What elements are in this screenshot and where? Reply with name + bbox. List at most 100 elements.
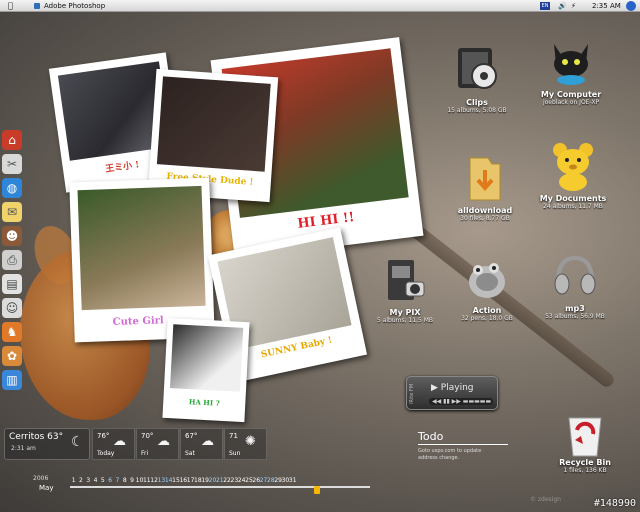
icon-label: My PIX <box>389 308 421 317</box>
calendar-day[interactable]: 19 <box>201 477 209 484</box>
calendar-day[interactable]: 11 <box>143 477 151 484</box>
image-id-watermark: #148990 <box>593 498 636 509</box>
headphones-icon <box>548 248 602 302</box>
desktop-icon-recycle-bin[interactable]: Recycle Bin 1 files, 136 KB <box>540 410 630 474</box>
documents-icon[interactable]: ▤ <box>2 274 22 294</box>
icon-sublabel: 32 pens, 18.0 GB <box>461 315 513 322</box>
printer-icon[interactable]: ⎙ <box>2 250 22 270</box>
system-tray-icons[interactable]: 🔊 ⚡ <box>558 0 577 12</box>
music-player-widget[interactable]: iRite FM ▶ Playing ◀◀ ▮▮ ▶▶ ▬▬▬▬▬ <box>406 376 498 410</box>
calendar-day[interactable]: 22 <box>223 477 231 484</box>
character-icon[interactable]: ☻ <box>2 226 22 246</box>
partly-cloudy-icon: ☁ <box>201 434 214 449</box>
calendar-day[interactable]: 5 <box>99 477 106 484</box>
calendar-day[interactable]: 7 <box>114 477 121 484</box>
calendar-day[interactable]: 8 <box>121 477 128 484</box>
icon-sublabel: 53 albums, 56.9 MB <box>545 313 605 320</box>
photo-image <box>170 324 244 392</box>
icon-sublabel: 30 files, 8.77 GB <box>460 215 510 222</box>
equalizer-icon[interactable]: ▥ <box>2 370 22 390</box>
menu-bar:  Adobe Photoshop EN 🔊 ⚡ 2:35 AM <box>0 0 640 12</box>
icon-sublabel: 5 albums, 11.5 MB <box>376 317 434 324</box>
calendar-day[interactable]: 24 <box>238 477 246 484</box>
fox-icon[interactable]: ♞ <box>2 322 22 342</box>
calendar-day[interactable]: 10 <box>136 477 144 484</box>
icon-label: Action <box>472 306 502 315</box>
calendar-day[interactable]: 18 <box>194 477 202 484</box>
globe-icon[interactable]: ◍ <box>2 178 22 198</box>
calendar-day[interactable]: 2 <box>77 477 84 484</box>
calendar-day[interactable]: 4 <box>92 477 99 484</box>
weather-forecast-day: 67° ☁ Sat <box>180 428 223 460</box>
calendar-today-marker <box>314 486 320 494</box>
weather-widget[interactable]: Cerritos 63° 2:31 am ☾ 76° ☁ Today 70° ☁… <box>4 428 267 460</box>
calendar-day[interactable]: 23 <box>231 477 239 484</box>
calendar-day[interactable]: 26 <box>252 477 260 484</box>
calendar-day[interactable]: 17 <box>187 477 195 484</box>
weather-current-temp: 63° <box>47 432 64 442</box>
input-language-icon[interactable]: EN <box>540 2 550 10</box>
desktop-icon-clips[interactable]: Clips 15 albums, 5.08 GB <box>432 42 522 114</box>
film-strip-icon <box>450 42 504 96</box>
calendar-day[interactable]: 12 <box>150 477 158 484</box>
spotlight-search-icon[interactable] <box>626 1 636 11</box>
calendar-day[interactable]: 14 <box>165 477 173 484</box>
desktop-icon-mp3[interactable]: mp3 53 albums, 56.9 MB <box>530 248 620 320</box>
calendar-day[interactable]: 15 <box>172 477 180 484</box>
black-cat-icon <box>544 34 598 88</box>
player-brand: iRite FM <box>409 383 415 405</box>
desktop-icon-my-documents[interactable]: My Documents 24 albums, 11.7 MB <box>528 138 618 210</box>
calendar-line <box>70 486 370 488</box>
calendar-day[interactable]: 30 <box>282 477 290 484</box>
photo-caption: HA HI ? <box>188 397 220 408</box>
home-icon[interactable]: ⌂ <box>2 130 22 150</box>
active-app-name[interactable]: Adobe Photoshop <box>44 0 105 12</box>
icon-sublabel: 1 files, 136 KB <box>563 467 607 474</box>
watermark-faint: © zdesign <box>530 496 561 503</box>
menubar-clock[interactable]: 2:35 AM <box>592 0 621 12</box>
mail-icon[interactable]: ✉ <box>2 202 22 222</box>
calendar-strip[interactable]: 2006 May 1 2 3 4 5 6 7 8 9 10 11 12 13 14 15 16 17 18 19 20… <box>30 472 375 498</box>
calendar-day[interactable]: 16 <box>179 477 187 484</box>
calendar-month: May <box>39 484 54 492</box>
calendar-day[interactable]: 27 <box>260 477 268 484</box>
calendar-day[interactable]: 20 <box>209 477 217 484</box>
calendar-day[interactable]: 21 <box>216 477 224 484</box>
icon-sublabel: 24 albums, 11.7 MB <box>543 203 603 210</box>
calendar-day[interactable]: 3 <box>85 477 92 484</box>
icon-label: My Computer <box>540 90 602 99</box>
calendar-day[interactable]: 1 <box>70 477 77 484</box>
desktop-icon-action[interactable]: Action 32 pens, 18.0 GB <box>442 250 532 322</box>
photo-card[interactable]: Cute Girl ~ <box>69 177 215 343</box>
tools-icon[interactable]: ✂ <box>2 154 22 174</box>
finder-icon[interactable]: ☺ <box>2 298 22 318</box>
calendar-day[interactable]: 29 <box>274 477 282 484</box>
yellow-bear-icon <box>546 138 600 192</box>
moon-icon: ☾ <box>71 434 84 450</box>
player-controls[interactable]: ◀◀ ▮▮ ▶▶ ▬▬▬▬▬ <box>429 398 493 405</box>
weather-current: Cerritos 63° 2:31 am ☾ <box>4 428 90 460</box>
apple-menu-icon[interactable]:  <box>8 0 13 12</box>
calendar-day[interactable]: 31 <box>289 477 297 484</box>
chick-icon[interactable]: ✿ <box>2 346 22 366</box>
gimp-icon <box>460 250 514 304</box>
desktop-icon-my-pix[interactable]: My PIX 5 albums, 11.5 MB <box>360 252 450 324</box>
weather-forecast-day: 70° ☁ Fri <box>136 428 179 460</box>
folder-download-icon <box>458 150 512 204</box>
todo-widget[interactable]: Todo Goto usps.com to update address cha… <box>418 430 508 462</box>
weather-city: Cerritos 63° <box>9 432 64 442</box>
todo-note[interactable]: Goto usps.com to update address change. <box>418 448 490 462</box>
calendar-day[interactable]: 6 <box>106 477 113 484</box>
photo-card[interactable]: HA HI ? <box>162 317 250 423</box>
desktop-icon-alldownload[interactable]: alldownload 30 files, 8.77 GB <box>440 150 530 222</box>
photoshop-app-icon <box>34 3 40 9</box>
calendar-day[interactable]: 13 <box>158 477 166 484</box>
calendar-day[interactable]: 25 <box>245 477 253 484</box>
weather-forecast-day: 71 ✺ Sun <box>224 428 267 460</box>
desktop-icon-my-computer[interactable]: My Computer joeblack on JOE-XP <box>526 34 616 106</box>
calendar-day[interactable]: 9 <box>128 477 135 484</box>
calendar-year: 2006 <box>33 475 49 482</box>
photo-image <box>77 185 206 311</box>
calendar-day[interactable]: 28 <box>267 477 275 484</box>
partly-cloudy-icon: ☁ <box>113 434 126 449</box>
